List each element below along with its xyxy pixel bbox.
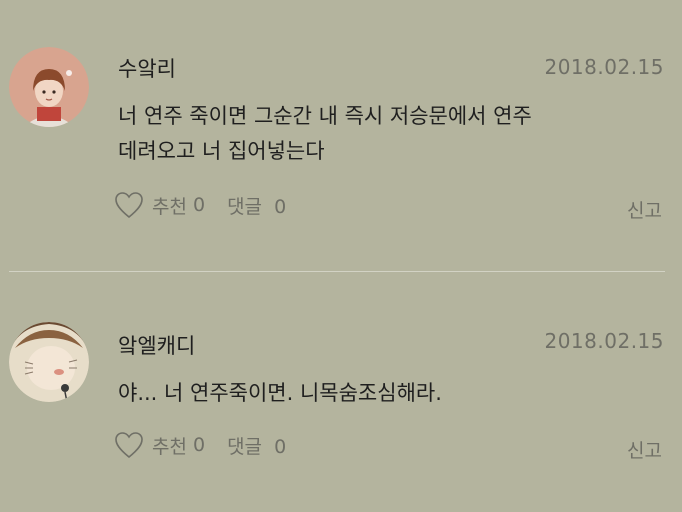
report-button[interactable]: 신고 — [627, 196, 662, 223]
comment-line: 데려오고 너 집어넣는다 — [118, 139, 325, 163]
reply-button[interactable]: 댓글 0 — [227, 192, 286, 219]
like-button[interactable]: 추천 0 — [114, 191, 205, 219]
avatar[interactable] — [9, 47, 89, 127]
like-label: 추천 — [152, 435, 187, 458]
username[interactable]: 앜엘캐디 — [118, 330, 195, 360]
comment-item: 앜엘캐디 2018.02.15 야... 너 연주죽이면. 니목숨조심해라. 추… — [0, 273, 682, 512]
heart-icon — [115, 192, 143, 219]
report-button[interactable]: 신고 — [627, 436, 662, 463]
comment-actions: 추천 0 댓글 0 — [114, 431, 286, 459]
user-avatar-photo-icon — [9, 47, 89, 127]
comment-date: 2018.02.15 — [544, 55, 664, 79]
comment-actions: 추천 0 댓글 0 — [114, 191, 286, 219]
username[interactable]: 수앜리 — [118, 53, 176, 83]
like-button[interactable]: 추천 0 — [114, 431, 205, 459]
like-label: 추천 — [152, 195, 187, 218]
divider — [9, 271, 665, 272]
reply-button[interactable]: 댓글 0 — [227, 432, 286, 459]
comment-date: 2018.02.15 — [544, 329, 664, 353]
reply-label: 댓글 — [227, 195, 263, 218]
like-count: 0 — [192, 194, 206, 216]
reply-label: 댓글 — [227, 435, 263, 458]
comment-line: 너 연주 죽이면 그순간 내 즉시 저승문에서 연주 — [118, 104, 532, 128]
like-count: 0 — [192, 434, 206, 456]
reply-count: 0 — [274, 195, 287, 218]
user-avatar-photo-icon — [9, 322, 89, 402]
heart-icon — [115, 432, 143, 459]
avatar[interactable] — [9, 322, 89, 402]
comment-line: 야... 너 연주죽이면. 니목숨조심해라. — [118, 381, 442, 405]
comment-text: 야... 너 연주죽이면. 니목숨조심해라. — [118, 376, 638, 411]
comment-item: 수앜리 2018.02.15 너 연주 죽이면 그순간 내 즉시 저승문에서 연… — [0, 0, 682, 272]
reply-count: 0 — [274, 435, 287, 458]
comment-text: 너 연주 죽이면 그순간 내 즉시 저승문에서 연주 데려오고 너 집어넣는다 — [118, 99, 638, 169]
